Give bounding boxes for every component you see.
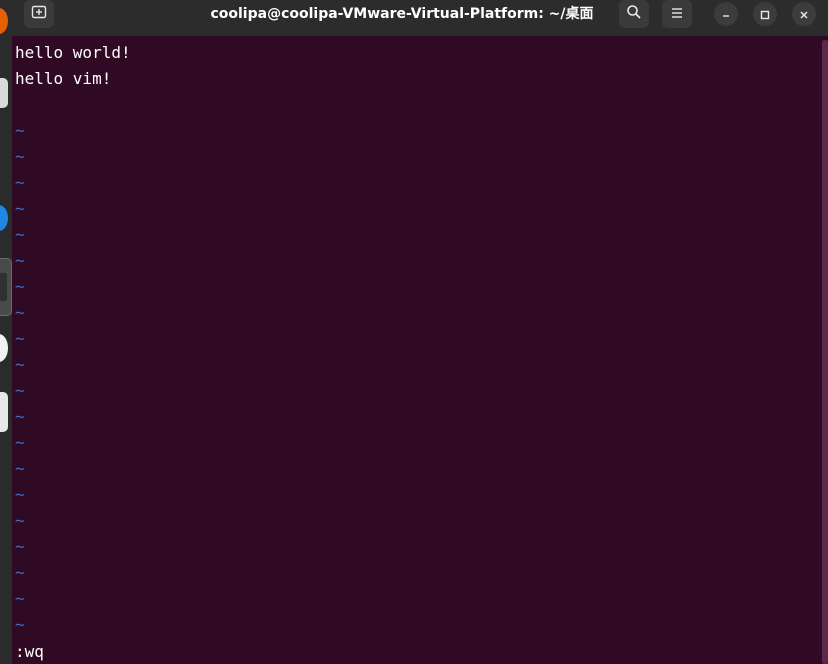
terminal-window: coolipa@coolipa-VMware-Virtual-Platform:… <box>12 0 828 664</box>
terminal-icon[interactable] <box>0 258 12 316</box>
buffer-line: hello vim! <box>15 69 112 88</box>
menu-button[interactable] <box>662 0 692 28</box>
screen: coolipa@coolipa-VMware-Virtual-Platform:… <box>0 0 828 664</box>
maximize-button[interactable] <box>753 2 777 26</box>
empty-line-marker: ~ <box>15 225 25 244</box>
empty-line-marker: ~ <box>15 355 25 374</box>
scrollbar-thumb[interactable] <box>822 40 828 664</box>
buffer-line: hello world! <box>15 43 131 62</box>
empty-line-marker: ~ <box>15 173 25 192</box>
empty-line-marker: ~ <box>15 381 25 400</box>
empty-line-marker: ~ <box>15 615 25 634</box>
empty-line-marker: ~ <box>15 147 25 166</box>
close-icon <box>799 5 809 24</box>
minimize-button[interactable] <box>714 2 738 26</box>
empty-line-marker: ~ <box>15 303 25 322</box>
files-icon[interactable] <box>0 78 8 108</box>
buffer-line <box>15 92 815 118</box>
software-store-icon[interactable] <box>0 392 8 432</box>
vim-command-line[interactable]: :wq <box>15 640 44 664</box>
empty-line-marker: ~ <box>15 329 25 348</box>
empty-line-marker: ~ <box>15 511 25 530</box>
firefox-icon[interactable] <box>0 8 8 34</box>
window-title: coolipa@coolipa-VMware-Virtual-Platform:… <box>210 6 594 22</box>
empty-line-marker: ~ <box>15 407 25 426</box>
empty-line-marker: ~ <box>15 589 25 608</box>
empty-line-marker: ~ <box>15 563 25 582</box>
empty-line-marker: ~ <box>15 277 25 296</box>
hamburger-menu-icon <box>670 5 684 24</box>
new-tab-icon <box>31 4 47 24</box>
ubuntu-dock <box>0 0 12 664</box>
empty-line-marker: ~ <box>15 121 25 140</box>
empty-line-marker: ~ <box>15 251 25 270</box>
search-button[interactable] <box>619 0 649 28</box>
minimize-icon <box>721 5 731 24</box>
new-tab-button[interactable] <box>24 0 54 28</box>
window-headerbar: coolipa@coolipa-VMware-Virtual-Platform:… <box>12 0 828 36</box>
empty-line-marker: ~ <box>15 459 25 478</box>
browser-icon[interactable] <box>0 205 8 231</box>
empty-line-marker: ~ <box>15 199 25 218</box>
empty-line-marker: ~ <box>15 485 25 504</box>
maximize-icon <box>760 5 770 24</box>
vim-buffer[interactable]: hello world! hello vim! ~ ~ ~ ~ ~ ~ ~ ~ ~ ~ ~ ~ ~ ~ ~ ~… <box>15 40 815 638</box>
help-icon[interactable] <box>0 334 8 362</box>
scrollbar[interactable] <box>822 40 828 664</box>
empty-line-marker: ~ <box>15 433 25 452</box>
empty-line-markers: ~ ~ ~ ~ ~ ~ ~ ~ ~ ~ ~ ~ ~ ~ ~ ~ ~ ~ ~ ~ <box>15 118 815 638</box>
close-button[interactable] <box>792 2 816 26</box>
empty-line-marker: ~ <box>15 537 25 556</box>
search-icon <box>626 4 642 24</box>
